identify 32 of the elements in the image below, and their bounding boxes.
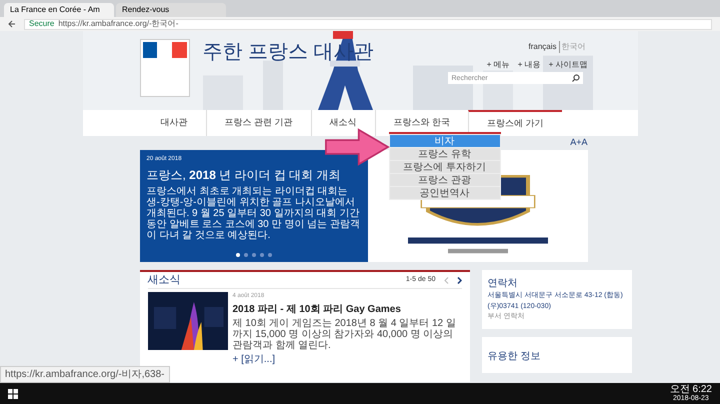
slide-title: 프랑스, 2018 년 라이더 컵 대회 개최 [146, 167, 342, 184]
browser-tab[interactable]: Rendez-vous [116, 3, 226, 17]
arrow-icon [322, 128, 392, 166]
news-heading: 새소식 [148, 272, 180, 288]
slide-text: 프랑스에서 최초로 개최되는 라이더컵 대회는 생-캉탱-앙-이블린에 위치한 골프 나시오날에서 개최된다. 9 월 25 일부터 30 일까지의 대회 기간 동안 알베트 로스 코스에 30 만 명이 넘는 관람객이 다녀 갈 것으로 예상된다. [146, 186, 360, 241]
browser-tab[interactable]: La France en Corée - Am [4, 3, 114, 17]
header-link[interactable]: + 내용 [518, 59, 541, 71]
dropdown-item[interactable]: 프랑스 유학 [390, 148, 500, 160]
useful-info-heading: 유용한 정보 [488, 350, 540, 362]
header-link[interactable]: + 사이트맵 [548, 59, 588, 71]
status-url: https://kr.ambafrance.org/-비자,638- [0, 366, 170, 383]
logo [140, 39, 190, 97]
contact-heading: 연락처 [488, 277, 518, 291]
language-link[interactable]: français [526, 41, 558, 53]
search-icon[interactable] [572, 74, 580, 82]
windows-icon[interactable] [8, 388, 18, 398]
next-icon[interactable] [456, 276, 462, 284]
clock-time: 오전 6:22 [670, 384, 712, 394]
back-icon[interactable] [8, 20, 16, 28]
font-size-control[interactable]: A+A [570, 136, 588, 150]
nav-tab[interactable]: 프랑스 관련 기관 [206, 110, 311, 136]
dropdown-item[interactable]: 프랑스 관광 [390, 174, 500, 186]
nav-tab[interactable]: 대사관 [142, 110, 206, 136]
read-more-link[interactable]: + [읽기...] [232, 352, 462, 367]
address-field[interactable]: Secure https://kr.ambafrance.org/-한국어- [24, 18, 712, 30]
security-label: Secure [29, 18, 54, 30]
news-text: 제 10회 게이 게임즈는 2018년 8 월 4 일부터 12 일까지 15,000 명 이상의 참가자와 40,000 명 이상의 관람객과 함께 열린다. [232, 318, 457, 351]
dropdown-item[interactable]: 프랑스에 투자하기 [390, 161, 500, 173]
header-link[interactable]: + 메뉴 [486, 59, 510, 71]
dropdown-item[interactable]: 공인번역사 [390, 187, 500, 199]
url-text: https://kr.ambafrance.org/-한국어- [58, 18, 178, 30]
news-title[interactable]: 2018 파리 - 제 10회 파리 Gay Games [232, 302, 462, 317]
